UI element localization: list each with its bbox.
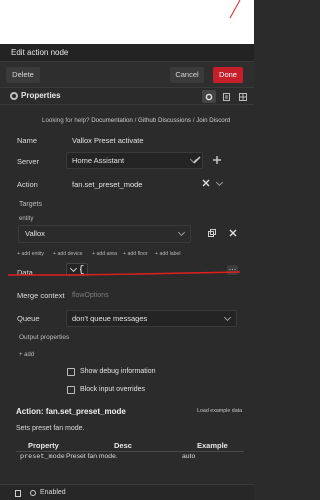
done-button[interactable]: Done <box>213 67 243 83</box>
action-doc-title: Action: fan.set_preset_mode <box>16 407 126 416</box>
copy-entity-button[interactable] <box>205 227 218 240</box>
merge-context-input[interactable]: flowOptions <box>72 292 109 299</box>
queue-value: don't queue messages <box>72 314 148 323</box>
block-input-checkbox[interactable] <box>67 386 75 394</box>
annotation-stroke-top <box>229 0 241 19</box>
add-label-link[interactable]: + add label <box>155 251 181 257</box>
dialog-titlebar: Edit action node <box>0 44 254 62</box>
table-header-example: Example <box>197 441 228 450</box>
tab-appearance[interactable] <box>236 90 250 103</box>
github-discussions-link[interactable]: Github Discussions <box>138 117 191 124</box>
entity-label: entity <box>19 216 34 222</box>
dialog-actions: Delete Cancel Done <box>0 62 254 88</box>
tab-properties[interactable] <box>202 90 216 103</box>
close-icon <box>202 179 209 187</box>
grid-icon <box>239 93 247 101</box>
add-floor-link[interactable]: + add floor <box>123 251 148 257</box>
load-example-data-button[interactable]: Load example data <box>197 408 242 414</box>
server-label: Server <box>17 157 40 166</box>
document-icon <box>222 93 230 101</box>
edit-server-button[interactable] <box>190 154 203 167</box>
document-icon[interactable] <box>15 490 21 497</box>
close-icon <box>229 229 236 237</box>
remove-entity-button[interactable] <box>226 227 239 240</box>
annotation-stroke-data <box>8 271 240 276</box>
action-label: Action <box>17 180 38 189</box>
block-input-label: Block input overrides <box>80 386 145 393</box>
join-discord-link[interactable]: Join Discord <box>196 117 230 124</box>
output-properties-label: Output properties <box>19 334 70 341</box>
plus-icon <box>212 156 221 164</box>
dialog-footer: Enabled <box>0 484 254 500</box>
top-white-area <box>0 0 254 44</box>
table-header-property: Property <box>28 441 59 450</box>
table-cell-property: preset_mode <box>20 453 65 461</box>
table-cell-desc: Preset fan mode. <box>66 453 118 460</box>
enabled-label: Enabled <box>40 489 66 496</box>
add-output-link[interactable]: + add <box>19 352 34 358</box>
dialog-title: Edit action node <box>11 48 69 57</box>
gear-icon <box>10 92 18 100</box>
help-prefix: Looking for help? <box>42 117 90 124</box>
copy-icon <box>207 229 216 237</box>
add-device-link[interactable]: + add device <box>53 251 83 257</box>
chevron-down-icon <box>223 313 232 322</box>
queue-label: Queue <box>17 314 40 323</box>
server-select[interactable]: Home Assistant <box>66 152 203 169</box>
delete-button[interactable]: Delete <box>6 67 40 83</box>
show-debug-label: Show debug information <box>80 368 156 375</box>
pencil-icon <box>192 156 201 164</box>
chevron-down-icon[interactable] <box>215 178 224 187</box>
cancel-button[interactable]: Cancel <box>170 67 204 83</box>
clear-action-button[interactable] <box>199 177 212 190</box>
name-label: Name <box>17 136 38 145</box>
table-divider <box>16 451 244 452</box>
add-entity-link[interactable]: + add entity <box>17 251 44 257</box>
entity-value: Vallox <box>25 229 45 238</box>
show-debug-checkbox[interactable] <box>67 368 75 376</box>
add-server-button[interactable] <box>210 154 223 167</box>
help-links: Looking for help? Documentation / Github… <box>42 117 231 124</box>
action-doc-description: Sets preset fan mode. <box>16 425 85 432</box>
tab-description[interactable] <box>219 90 233 103</box>
merge-context-label: Merge context <box>17 291 65 300</box>
properties-header: Properties <box>0 88 254 105</box>
table-cell-example: auto <box>182 453 196 460</box>
add-area-link[interactable]: + add area <box>92 251 117 257</box>
chevron-down-icon <box>177 228 186 237</box>
documentation-link[interactable]: Documentation <box>91 117 133 124</box>
targets-label: Targets <box>19 201 42 208</box>
entity-select[interactable]: Vallox <box>18 225 191 243</box>
action-input[interactable]: fan.set_preset_mode <box>72 180 142 189</box>
server-value: Home Assistant <box>72 156 125 165</box>
queue-select[interactable]: don't queue messages <box>66 310 237 327</box>
enabled-toggle[interactable] <box>30 490 36 496</box>
table-header-desc: Desc <box>114 441 132 450</box>
name-input[interactable]: Vallox Preset activate <box>72 136 144 145</box>
gear-icon <box>205 93 213 101</box>
properties-title: Properties <box>21 91 61 100</box>
